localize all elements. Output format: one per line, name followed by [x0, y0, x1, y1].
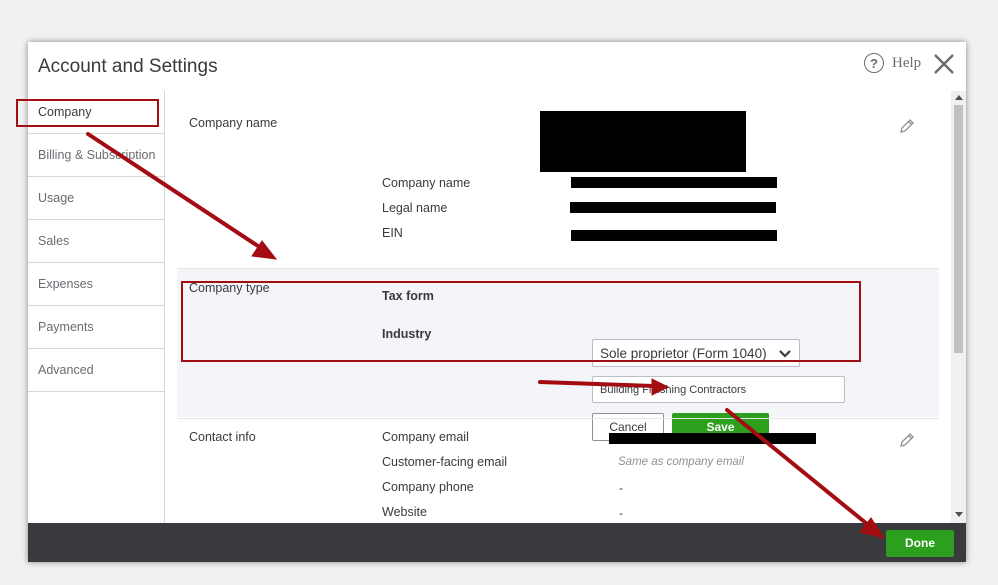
scroll-up-arrow-icon[interactable] — [955, 95, 963, 100]
sidebar-item-payments[interactable]: Payments — [28, 306, 164, 349]
dialog-title: Account and Settings — [38, 56, 218, 77]
settings-sidebar: Company Billing & Subscription Usage Sal… — [28, 91, 165, 562]
annotation-box-company-type — [181, 281, 861, 362]
pencil-icon — [900, 433, 914, 447]
website-label: Website — [382, 505, 427, 519]
website-value: - — [619, 506, 623, 520]
customer-email-value: Same as company email — [618, 456, 744, 468]
legal-name-label: Legal name — [382, 201, 448, 215]
company-email-label: Company email — [382, 430, 469, 444]
redacted-logo — [540, 111, 746, 172]
close-icon — [934, 54, 954, 74]
content-scrollbar[interactable] — [951, 91, 966, 523]
edit-contact-info-button[interactable] — [899, 432, 915, 448]
close-button[interactable] — [932, 52, 956, 76]
pencil-icon — [900, 119, 914, 133]
contact-info-section-label: Contact info — [189, 430, 256, 444]
company-phone-label: Company phone — [382, 480, 474, 494]
help-link[interactable]: ? Help — [864, 53, 921, 73]
scroll-thumb[interactable] — [954, 105, 963, 353]
annotation-box-company — [16, 99, 159, 127]
customer-email-label: Customer-facing email — [382, 455, 508, 469]
company-name-label: Company name — [382, 176, 471, 190]
section-divider — [177, 418, 939, 419]
help-circle-icon: ? — [864, 53, 884, 73]
redacted-company-name — [571, 177, 777, 188]
redacted-legal-name — [570, 202, 776, 213]
scroll-down-arrow-icon[interactable] — [955, 512, 963, 517]
sidebar-item-usage[interactable]: Usage — [28, 177, 164, 220]
sidebar-item-expenses[interactable]: Expenses — [28, 263, 164, 306]
industry-input[interactable]: Building Finishing Contractors — [592, 376, 845, 403]
sidebar-item-advanced[interactable]: Advanced — [28, 349, 164, 392]
done-button[interactable]: Done — [886, 530, 954, 557]
company-name-section-label: Company name — [189, 116, 278, 130]
redacted-ein — [571, 230, 777, 241]
company-phone-value: - — [619, 481, 623, 495]
ein-label: EIN — [382, 226, 403, 240]
redacted-company-email — [609, 433, 816, 444]
sidebar-item-sales[interactable]: Sales — [28, 220, 164, 263]
help-label: Help — [892, 54, 922, 71]
sidebar-item-billing[interactable]: Billing & Subscription — [28, 134, 164, 177]
edit-company-name-button[interactable] — [899, 118, 915, 134]
dialog-footer: Done — [28, 523, 966, 562]
